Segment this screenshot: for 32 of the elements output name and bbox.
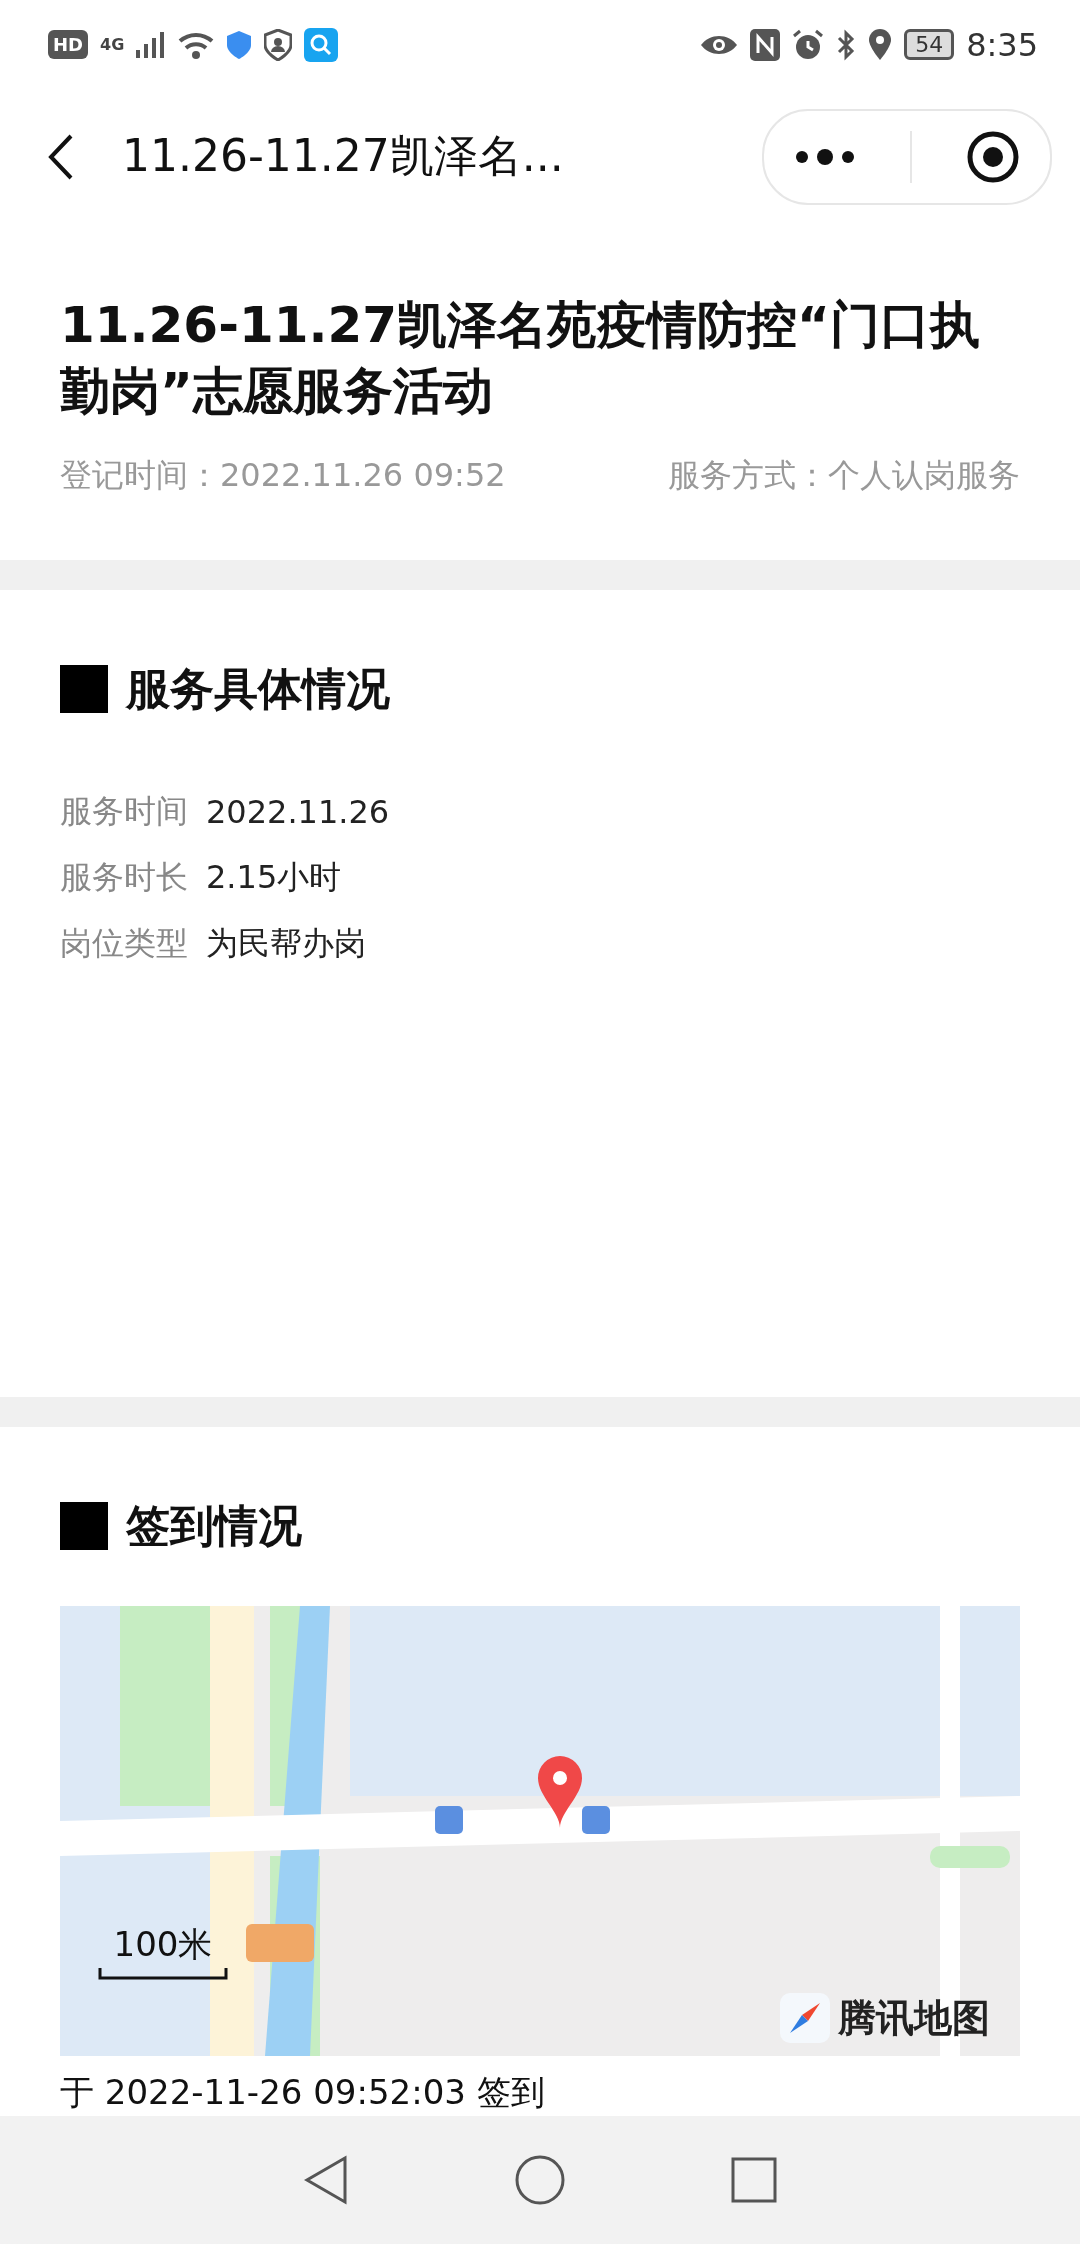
detail-label: 服务时长: [60, 856, 188, 898]
map-provider-logo: 腾讯地图: [838, 1994, 990, 2042]
battery-indicator: 54: [904, 29, 955, 61]
location-icon: [868, 28, 893, 61]
signal-icon: [136, 31, 167, 58]
hd-badge: HD: [48, 30, 88, 60]
detail-label: 岗位类型: [60, 922, 188, 964]
detail-value: 2022.11.26: [206, 792, 390, 831]
section-heading: 服务具体情况: [126, 661, 390, 716]
map-scale-label: 100米: [113, 1922, 213, 1966]
page-title: 11.26-11.27凯泽名...: [122, 129, 565, 184]
network-type: 4G: [100, 35, 125, 55]
scale-bar-icon: [98, 1967, 228, 1980]
wifi-icon: [178, 30, 215, 59]
alarm-icon: [792, 28, 825, 61]
detail-value: 为民帮办岗: [206, 922, 366, 964]
service-mode: 服务方式：个人认岗服务: [668, 455, 1020, 497]
heading-marker: [60, 1502, 108, 1550]
detail-label: 服务时间: [60, 790, 188, 832]
nfc-icon: [750, 28, 781, 61]
check-in-record: 于 2022-11-26 09:52:03 签到: [60, 2070, 546, 2114]
activity-title: 11.26-11.27凯泽名苑疫情防控“门口执勤岗”志愿服务活动: [60, 295, 981, 423]
detail-value: 2.15小时: [206, 856, 342, 898]
shield-icon: [226, 29, 253, 60]
compass-icon: [780, 1993, 830, 2043]
clock-time: 8:35: [966, 25, 1038, 64]
search-icon: [304, 27, 339, 62]
registration-time: 登记时间：2022.11.26 09:52: [60, 455, 506, 497]
section-heading: 签到情况: [126, 1498, 302, 1553]
user-shield-icon: [264, 28, 293, 61]
heading-marker: [60, 665, 108, 714]
bluetooth-icon: [836, 28, 857, 61]
